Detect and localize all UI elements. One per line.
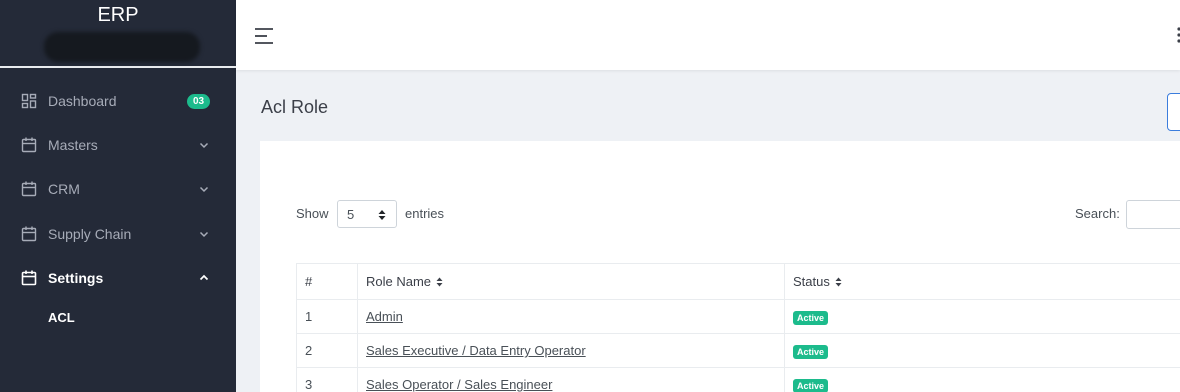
brand-subtitle-redacted	[44, 32, 200, 62]
role-name-link[interactable]: Sales Executive / Data Entry Operator	[366, 343, 586, 358]
roles-table: # Role Name Status 1 Admin Active 2 Sale…	[296, 263, 1180, 392]
search-label: Search:	[1075, 206, 1120, 221]
hamburger-menu-icon[interactable]	[254, 27, 274, 45]
status-cell: Active	[784, 333, 1180, 368]
sidebar-item-label: Dashboard	[48, 93, 117, 109]
calendar-icon	[21, 226, 37, 242]
sidebar-item-masters[interactable]: Masters	[0, 125, 236, 165]
role-name-cell: Sales Executive / Data Entry Operator	[357, 333, 785, 368]
sort-icon	[436, 277, 443, 287]
page-length-select[interactable]: 5	[337, 200, 397, 228]
status-badge: Active	[793, 310, 829, 325]
chevron-down-icon	[199, 231, 209, 238]
sidebar: ERP Dashboard 03 Masters CRM Supply Chai…	[0, 0, 236, 392]
column-header-label: #	[305, 274, 313, 289]
sidebar-item-dashboard[interactable]: Dashboard 03	[0, 81, 236, 121]
sort-icon	[835, 277, 842, 287]
page-length-value: 5	[347, 207, 355, 222]
sidebar-item-label: Masters	[48, 137, 98, 153]
sidebar-item-settings[interactable]: Settings	[0, 258, 236, 298]
show-label: Show	[296, 206, 329, 221]
role-name-link[interactable]: Sales Operator / Sales Engineer	[366, 377, 552, 392]
row-number: 3	[296, 367, 358, 392]
chevron-down-icon	[199, 186, 209, 193]
content-card: Show 5 entries Search: # Role Name Statu…	[260, 141, 1180, 392]
select-caret-icon	[378, 210, 386, 220]
column-header-status[interactable]: Status	[784, 263, 1180, 300]
sidebar-item-label: Supply Chain	[48, 226, 132, 242]
calendar-icon	[21, 137, 37, 153]
column-header-label: Status	[793, 274, 830, 289]
page-title: Acl Role	[261, 97, 329, 117]
table-row: 2 Sales Executive / Data Entry Operator …	[296, 333, 1180, 368]
calendar-icon	[21, 270, 37, 286]
brand: ERP	[0, 0, 236, 68]
sidebar-item-supply-chain[interactable]: Supply Chain	[0, 214, 236, 254]
dashboard-icon	[21, 93, 37, 109]
status-badge: Active	[793, 344, 829, 359]
row-number: 2	[296, 333, 358, 368]
status-badge: Active	[793, 378, 829, 392]
more-options-icon[interactable]	[1176, 26, 1180, 44]
topbar	[236, 0, 1180, 70]
table-row: 3 Sales Operator / Sales Engineer Active	[296, 367, 1180, 392]
search-input[interactable]	[1126, 200, 1180, 229]
entries-label: entries	[405, 206, 445, 221]
chevron-down-icon	[199, 142, 209, 149]
sidebar-item-label: CRM	[48, 181, 80, 197]
column-header-number[interactable]: #	[296, 263, 358, 300]
calendar-icon	[21, 181, 37, 197]
sidebar-subitem-acl[interactable]: ACL	[48, 310, 75, 325]
row-number: 1	[296, 299, 358, 334]
status-cell: Active	[784, 299, 1180, 334]
role-name-cell: Sales Operator / Sales Engineer	[357, 367, 785, 392]
role-name-link[interactable]: Admin	[366, 309, 403, 324]
sidebar-item-crm[interactable]: CRM	[0, 169, 236, 209]
sidebar-item-label: Settings	[48, 270, 104, 286]
notification-badge: 03	[187, 93, 211, 109]
column-header-label: Role Name	[366, 274, 432, 289]
column-header-role-name[interactable]: Role Name	[357, 263, 785, 300]
page-action-button[interactable]	[1167, 93, 1180, 131]
brand-title: ERP	[97, 4, 139, 26]
table-header-row: # Role Name Status	[296, 263, 1180, 300]
chevron-up-icon	[199, 274, 209, 281]
status-cell: Active	[784, 367, 1180, 392]
role-name-cell: Admin	[357, 299, 785, 334]
table-row: 1 Admin Active	[296, 299, 1180, 334]
